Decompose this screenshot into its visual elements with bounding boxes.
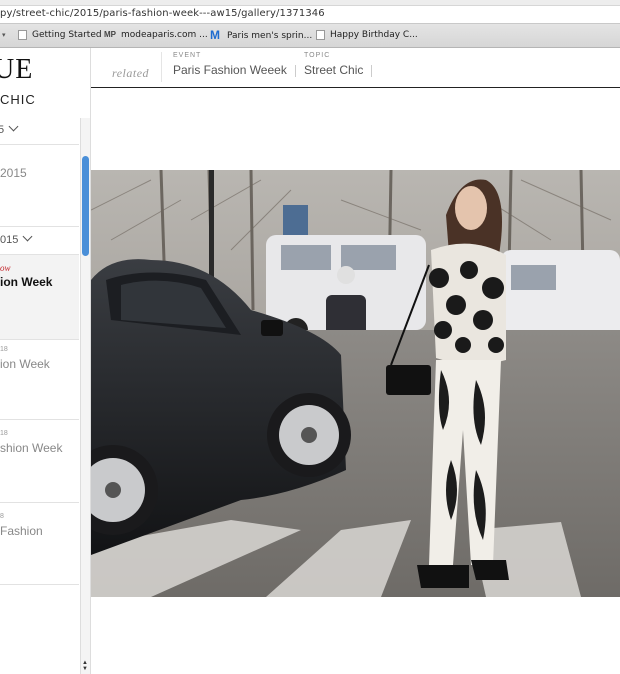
m-icon: M [210,28,220,42]
related-topic-category: TOPIC [304,52,331,59]
new-badge: ow [0,263,11,273]
divider [0,502,79,503]
list-item[interactable]: 18 shion Week [0,430,79,455]
chevron-down-icon [22,231,33,242]
chevron-down-icon [8,121,19,132]
bookmark-happy-birthday[interactable]: Happy Birthday C... [316,30,418,40]
list-item[interactable]: 2015 [0,166,79,180]
bookmark-label: modeaparis.com ... [121,30,208,40]
list-item-active[interactable]: ow ion Week [0,255,79,339]
section-title: CHIC [0,92,36,107]
divider [0,226,79,227]
url-text[interactable]: py/street-chic/2015/paris-fashion-week--… [0,8,325,19]
list-item-label: ion Week [0,357,50,371]
bookmark-modeaparis[interactable]: MP modeaparis.com ... [104,30,208,40]
street-style-photo [91,170,620,597]
bookmark-label: Paris men's sprin... [227,31,313,41]
bookmark-getting-started[interactable]: Getting Started [18,30,102,40]
divider [161,52,162,82]
list-item[interactable]: 18 ion Week [0,346,79,371]
address-bar[interactable]: py/street-chic/2015/paris-fashion-week--… [0,0,620,24]
site-logo[interactable]: UE [0,54,33,86]
divider [371,64,373,77]
divider [294,64,296,77]
bookmarks-bar: ▾ Getting Started MP modeaparis.com ... … [0,24,620,48]
page-icon [18,30,27,40]
related-event[interactable]: EVENT Paris Fashion Weeek [173,52,296,77]
list-item-date: 18 [0,346,8,353]
gallery-photo[interactable] [91,170,620,597]
page-icon [316,30,325,40]
list-item-date: 8 [0,513,4,520]
bookmark-paris-mens[interactable]: M Paris men's sprin... [210,28,313,42]
divider [0,339,79,340]
sidebar: UE CHIC 5 2015 015 ow ion Week 18 ion We… [0,48,91,674]
list-item-label: shion Week [0,441,63,455]
list-item-label: 2015 [0,166,27,180]
list-item-date: 18 [0,430,8,437]
related-topic-link[interactable]: Street Chic [304,63,363,77]
scrollbar-thumb[interactable] [82,156,89,256]
bookmark-label: Getting Started [32,30,102,40]
sidebar-scrollbar[interactable]: ▲ ▼ [80,118,90,674]
season-filter-label: 5 [0,124,4,136]
window-chrome [0,0,620,6]
mp-icon: MP [104,30,116,39]
related-bar: related EVENT Paris Fashion Weeek TOPIC … [91,48,620,88]
scroll-arrows-icon[interactable]: ▲ ▼ [82,660,88,672]
divider [0,144,79,145]
list-item-label: Fashion [0,524,43,538]
divider [0,584,79,585]
divider [0,419,79,420]
list-item-season[interactable]: 015 [0,231,79,246]
related-label: related [112,66,150,80]
bookmarks-overflow-icon[interactable]: ▾ [2,31,6,39]
related-topic[interactable]: TOPIC Street Chic [304,52,373,77]
list-item-label: ion Week [0,275,53,289]
season-filter[interactable]: 5 [0,121,19,136]
related-event-link[interactable]: Paris Fashion Weeek [173,63,287,77]
bookmark-label: Happy Birthday C... [330,30,418,40]
list-item-label: 015 [0,234,19,246]
list-item[interactable]: 8 Fashion [0,513,79,538]
related-event-category: EVENT [173,52,202,59]
